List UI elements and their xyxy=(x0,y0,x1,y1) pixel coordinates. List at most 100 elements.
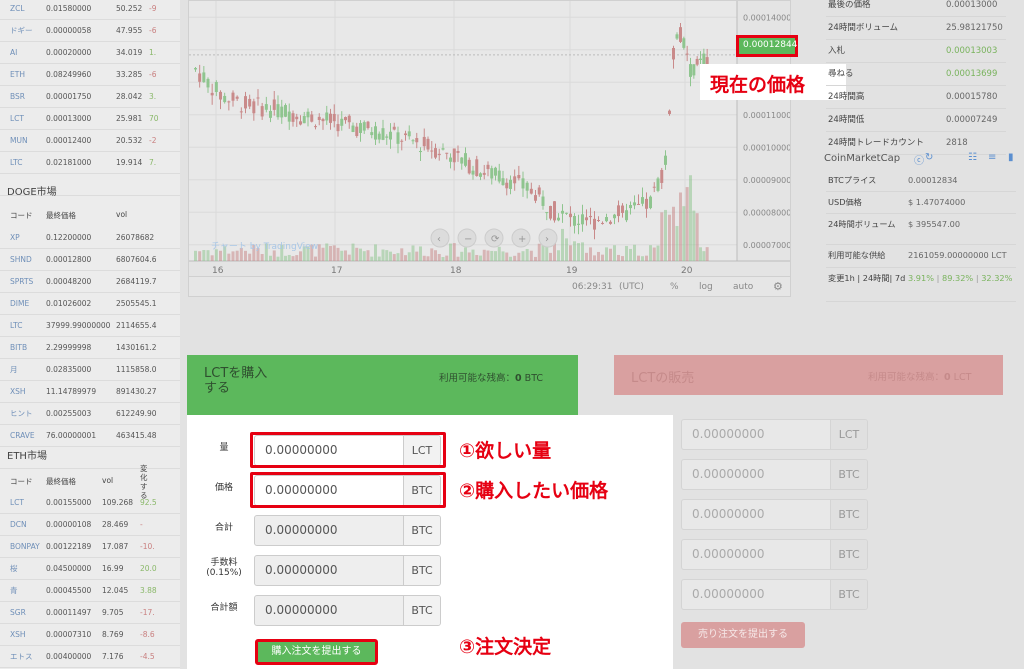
candle-body xyxy=(374,126,377,140)
market-row[interactable]: SGR 0.00011497 9.705 -17. xyxy=(0,602,180,624)
market-row[interactable]: AI 0.00020000 34.019 1. xyxy=(0,42,180,64)
submit-buy-order-button[interactable]: 購入注文を提出する xyxy=(255,639,378,665)
market-vol: 33.285 xyxy=(116,70,143,79)
market-code: SPRTS xyxy=(10,277,34,286)
sell-field-0-input[interactable]: 0.00000000 LCT xyxy=(681,419,868,450)
candle-body xyxy=(452,148,456,163)
volume-bar xyxy=(652,247,656,261)
market-row[interactable]: LTC 37999.99000000 2114655.4 xyxy=(0,315,180,337)
table-view-icon[interactable]: ☷ xyxy=(968,152,977,163)
cmc-title: CoinMarketCap xyxy=(824,153,901,164)
market-code: BONPAY xyxy=(10,542,40,551)
candle-body xyxy=(306,111,310,118)
market-row[interactable]: XP 0.12200000 26078682 xyxy=(0,227,180,249)
submit-sell-order-button[interactable]: 売り注文を提出する xyxy=(681,622,805,648)
candle-body xyxy=(284,105,287,117)
col-vol[interactable]: vol xyxy=(116,210,127,219)
col-code[interactable]: コード xyxy=(10,210,33,221)
col-code[interactable]: コード xyxy=(10,476,33,487)
market-row[interactable]: ドギー 0.00000058 47.955 -6 xyxy=(0,20,180,42)
market-row[interactable]: MUN 0.00012400 20.532 -2 xyxy=(0,130,180,152)
candle-body xyxy=(202,72,206,83)
market-code: ETH xyxy=(10,70,25,79)
market-row[interactable]: LCT 0.00155000 109.268 92.5 xyxy=(0,492,180,514)
sell-field-2-input[interactable]: 0.00000000 BTC xyxy=(681,499,868,530)
candle-body xyxy=(699,58,702,60)
candlestick-chart[interactable]: 0.000140000.000130000.000120000.00011000… xyxy=(189,1,791,297)
auto-toggle[interactable]: auto xyxy=(733,282,753,292)
x-tick-label: 19 xyxy=(566,266,578,276)
volume-bar xyxy=(321,247,325,261)
candle-body xyxy=(272,99,276,110)
market-row[interactable]: BITB 2.29999998 1430161.2 xyxy=(0,337,180,359)
market-row[interactable]: DCN 0.00000108 28.469 - xyxy=(0,514,180,536)
market-row[interactable]: CRAVE 76.00000001 463415.48 xyxy=(0,425,180,447)
col-vol[interactable]: vol xyxy=(102,476,113,485)
market-row[interactable]: BONPAY 0.00122189 17.087 -10. xyxy=(0,536,180,558)
market-last-price: 76.00000001 xyxy=(46,431,97,440)
market-row[interactable]: LCT 0.00013000 25.981 70 xyxy=(0,108,180,130)
volume-bar xyxy=(490,250,494,261)
market-row[interactable]: XSH 0.00007310 8.769 -8.6 xyxy=(0,624,180,646)
volume-bar xyxy=(613,245,616,261)
market-row[interactable]: ヒント 0.00255003 612249.90 xyxy=(0,403,180,425)
buy-field-2-input[interactable]: 0.00000000 BTC xyxy=(254,515,441,546)
settings-icon[interactable]: ⚙ xyxy=(773,280,783,293)
sell-field-4-input[interactable]: 0.00000000 BTC xyxy=(681,579,868,610)
market-row[interactable]: DIME 0.01026002 2505545.1 xyxy=(0,293,180,315)
log-toggle[interactable]: log xyxy=(699,282,713,292)
market-vol: 2505545.1 xyxy=(116,299,157,308)
market-vol: 6807604.6 xyxy=(116,255,157,264)
candle-body xyxy=(633,202,636,206)
stat-label: 入札 xyxy=(828,46,846,56)
candle-body xyxy=(198,73,202,82)
candle-body xyxy=(456,151,460,153)
candle-body xyxy=(471,170,475,175)
market-change: -17. xyxy=(140,608,155,617)
candle-body xyxy=(649,196,652,209)
volume-bar xyxy=(705,247,709,261)
market-row[interactable]: SHND 0.00012800 6807604.6 xyxy=(0,249,180,271)
volume-bar xyxy=(633,244,636,261)
cmc-info-icon[interactable]: ⓒ xyxy=(914,152,924,167)
candle-body xyxy=(269,110,272,118)
market-row[interactable]: SPRTS 0.00048200 2684119.7 xyxy=(0,271,180,293)
input-value: 0.00000000 xyxy=(265,603,338,617)
market-last-price: 0.00013000 xyxy=(46,114,92,123)
cmc-change-part: 32.32% xyxy=(981,273,1013,283)
candle-body xyxy=(219,91,222,100)
chart-nav-icon: ⟳ xyxy=(491,234,500,245)
market-row[interactable]: 月 0.02835000 1115858.0 xyxy=(0,359,180,381)
sell-field-1-input[interactable]: 0.00000000 BTC xyxy=(681,459,868,490)
col-last-price[interactable]: 最終価格 xyxy=(46,476,76,487)
input-value: 0.00000000 xyxy=(265,563,338,577)
percent-toggle[interactable]: % xyxy=(670,282,679,292)
col-last-price[interactable]: 最終価格 xyxy=(46,210,76,221)
volume-bar xyxy=(231,251,235,261)
price-chart[interactable]: 0.000140000.000130000.000120000.00011000… xyxy=(188,0,791,297)
market-row[interactable]: 青 0.00045500 12.045 3.88 xyxy=(0,580,180,602)
volume-bar xyxy=(434,250,437,261)
volume-bar xyxy=(325,243,329,261)
buy-field-4-input[interactable]: 0.00000000 BTC xyxy=(254,595,441,626)
buy-field-3-input[interactable]: 0.00000000 BTC xyxy=(254,555,441,586)
market-row[interactable]: BSR 0.00001750 28.042 3. xyxy=(0,86,180,108)
market-last-price: 37999.99000000 xyxy=(46,321,111,330)
chart-view-icon[interactable]: ▮ xyxy=(1008,152,1014,163)
candle-body xyxy=(256,97,260,99)
list-view-icon[interactable]: ≡ xyxy=(988,152,996,163)
candle-body xyxy=(325,112,329,121)
refresh-icon[interactable]: ↻ xyxy=(925,152,933,163)
market-row[interactable]: ZCL 0.01580000 50.252 -9 xyxy=(0,0,180,20)
sell-field-3-input[interactable]: 0.00000000 BTC xyxy=(681,539,868,570)
unit-addon: BTC xyxy=(830,500,867,529)
annotation-amount: ①欲しい量 xyxy=(459,440,552,462)
market-row[interactable]: ETH 0.08249960 33.285 -6 xyxy=(0,64,180,86)
buy-field-label: 価格 xyxy=(214,483,233,493)
market-row[interactable]: LTC 0.02181000 19.914 7. xyxy=(0,152,180,174)
market-row[interactable]: 桜 0.04500000 16.99 20.0 xyxy=(0,558,180,580)
market-row[interactable]: XSH 11.14789979 891430.27 xyxy=(0,381,180,403)
market-row[interactable]: エトス 0.00400000 7.176 -4.5 xyxy=(0,646,180,668)
candle-body xyxy=(244,96,247,109)
buy-title: LCTを購入 する xyxy=(204,366,268,396)
